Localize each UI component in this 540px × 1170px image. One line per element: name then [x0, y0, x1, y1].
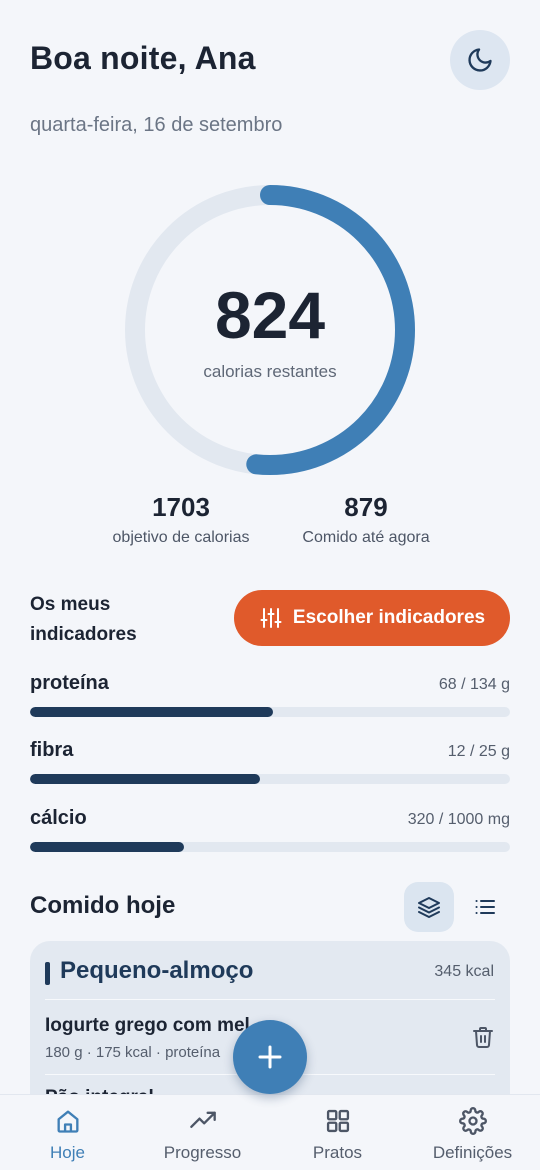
today-screen: Boa noite, Ana quarta-feira, 16 de setem… — [0, 0, 540, 1170]
calories-eaten-stat: 879 Comido até agora — [291, 492, 441, 547]
divider — [45, 999, 495, 1000]
meal-kcal: 345 kcal — [434, 963, 494, 980]
calories-remaining-value: 824 — [214, 278, 326, 352]
indicator-progress-fill — [30, 707, 274, 717]
indicator-name: fibra — [30, 739, 74, 761]
nav-item-hoje[interactable]: Hoje — [0, 1095, 135, 1170]
calories-remaining-label: calorias restantes — [203, 362, 337, 381]
choose-indicators-label: Escolher indicadores — [292, 607, 486, 628]
nav-item-definicoes[interactable]: Definições — [405, 1095, 540, 1170]
indicator-progress-track — [30, 774, 510, 784]
indicator-protein: proteína 68 / 134 g — [30, 672, 510, 717]
current-date: quarta-feira, 16 de setembro — [30, 114, 283, 136]
list-icon — [475, 900, 495, 914]
calories-eaten-label: Comido até agora — [302, 529, 430, 546]
grouped-view-button[interactable] — [404, 882, 454, 932]
plus-icon — [258, 1045, 282, 1069]
indicator-name: cálcio — [30, 807, 87, 829]
food-item-meta: 180 g · 175 kcal · proteína — [45, 1044, 221, 1061]
nav-label: Progresso — [163, 1143, 242, 1162]
calorie-goal-value: 1703 — [152, 492, 210, 522]
choose-indicators-button[interactable]: Escolher indicadores — [234, 590, 510, 646]
indicator-progress-track — [30, 707, 510, 717]
meal-accent-bar — [45, 962, 50, 985]
moon-icon — [468, 48, 492, 72]
sliders-icon — [260, 608, 282, 628]
theme-toggle-button[interactable] — [450, 30, 510, 90]
indicator-amount: 12 / 25 g — [447, 743, 510, 760]
grid-icon — [326, 1109, 349, 1133]
nav-label: Hoje — [50, 1143, 85, 1162]
indicator-name: proteína — [30, 672, 109, 694]
calorie-goal-label: objetivo de calorias — [112, 529, 250, 546]
calorie-ring: 824 calorias restantes — [120, 180, 420, 480]
greeting-title: Boa noite, Ana — [30, 40, 256, 76]
home-icon — [57, 1110, 79, 1133]
indicator-amount: 320 / 1000 mg — [407, 811, 510, 828]
bottom-navigation: Hoje Progresso Pratos Definições — [0, 1094, 540, 1170]
delete-food-button[interactable] — [471, 1025, 495, 1049]
layers-icon — [418, 897, 440, 918]
indicator-progress-fill — [30, 842, 184, 852]
indicators-title: Os meus indicadores — [30, 594, 137, 645]
food-item-name[interactable]: Iogurte grego com mel — [45, 1015, 265, 1037]
eaten-today-title: Comido hoje — [30, 892, 176, 919]
trash-icon — [473, 1027, 493, 1048]
meal-name: Pequeno-almoço — [60, 957, 254, 984]
indicator-fiber: fibra 12 / 25 g — [30, 739, 510, 784]
indicator-progress-track — [30, 842, 510, 852]
trending-up-icon — [189, 1111, 216, 1128]
indicator-calcium: cálcio 320 / 1000 mg — [30, 807, 510, 852]
gear-icon — [458, 1107, 487, 1135]
list-view-button[interactable] — [460, 882, 510, 932]
indicator-progress-fill — [30, 774, 261, 784]
nav-item-progresso[interactable]: Progresso — [135, 1095, 270, 1170]
indicator-amount: 68 / 134 g — [438, 676, 510, 693]
calories-eaten-value: 879 — [344, 492, 388, 522]
calorie-goal-stat: 1703 objetivo de calorias — [101, 492, 261, 547]
nav-label: Pratos — [312, 1143, 363, 1162]
nav-label: Definições — [432, 1143, 513, 1162]
add-food-button[interactable] — [233, 1020, 307, 1094]
nav-item-pratos[interactable]: Pratos — [270, 1095, 405, 1170]
